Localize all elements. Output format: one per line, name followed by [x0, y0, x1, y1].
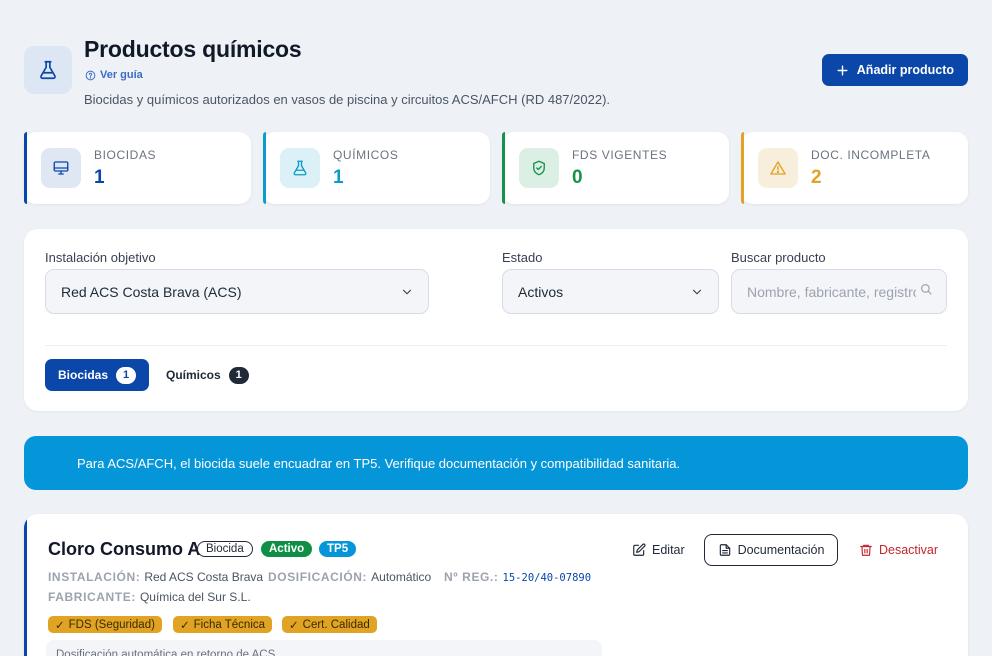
- edit-icon: [633, 543, 646, 556]
- check-icon: ✓: [55, 619, 65, 632]
- search-label: Buscar producto: [731, 250, 826, 265]
- status-label: Estado: [502, 250, 543, 265]
- doc-badge-ficha: ✓ Ficha Técnica: [173, 616, 273, 633]
- add-product-button[interactable]: Añadir producto: [821, 54, 968, 86]
- doc-badge-fds: ✓ FDS (Seguridad): [48, 616, 162, 633]
- help-circle-icon: [85, 70, 96, 80]
- chevron-down-icon: [402, 289, 412, 294]
- stat-label: QUÍMICOS: [333, 148, 399, 162]
- guide-link-label: Ver guía: [100, 69, 143, 81]
- stat-value: 2: [811, 167, 822, 188]
- document-icon: [719, 544, 730, 556]
- product-card: Cloro Consumo A Biocida Activo TP5 INSTA…: [24, 514, 968, 656]
- status-select[interactable]: Activos: [502, 269, 719, 314]
- add-product-label: Añadir producto: [856, 63, 954, 77]
- product-name: Cloro Consumo A: [48, 539, 201, 559]
- search-icon: [921, 284, 932, 295]
- doc-badge-label: Cert. Calidad: [302, 618, 370, 631]
- info-banner: Para ACS/AFCH, el biocida suele encuadra…: [24, 436, 968, 490]
- installation-select[interactable]: Red ACS Costa Brava (ACS): [45, 269, 429, 314]
- deactivate-label: Desactivar: [879, 543, 939, 557]
- stat-card-quimicos: QUÍMICOS 1: [263, 132, 490, 204]
- doc-badge-label: FDS (Seguridad): [68, 618, 155, 631]
- stat-label: BIOCIDAS: [94, 148, 157, 162]
- meta-manufacturer: FABRICANTE: Química del Sur S.L.: [48, 590, 251, 604]
- guide-link[interactable]: Ver guía: [85, 69, 143, 81]
- status-value: Activos: [518, 283, 564, 300]
- deactivate-button[interactable]: Desactivar: [859, 534, 938, 566]
- doc-badge-label: Ficha Técnica: [193, 618, 266, 631]
- tab-label: Químicos: [166, 368, 221, 382]
- stat-card-fds: FDS VIGENTES 0: [502, 132, 729, 204]
- stat-label: FDS VIGENTES: [572, 148, 668, 162]
- type-badge: Biocida: [197, 541, 253, 557]
- edit-label: Editar: [652, 543, 685, 557]
- flask-icon: [24, 46, 72, 94]
- check-icon: ✓: [289, 619, 299, 632]
- installation-value: Red ACS Costa Brava (ACS): [61, 283, 242, 300]
- filter-panel: Instalación objetivo Red ACS Costa Brava…: [24, 229, 968, 411]
- page-subtitle: Biocidas y químicos autorizados en vasos…: [84, 92, 611, 107]
- plus-icon: [837, 64, 848, 76]
- meta-key: INSTALACIÓN:: [48, 570, 141, 584]
- meta-key: Nº REG.:: [444, 570, 499, 584]
- product-note: Dosificación automática en retorno de AC…: [46, 640, 602, 656]
- monitor-icon: [41, 148, 81, 188]
- check-icon: ✓: [180, 619, 190, 632]
- stat-value: 0: [572, 167, 583, 188]
- installation-label: Instalación objetivo: [45, 250, 156, 265]
- warning-icon: [758, 148, 798, 188]
- tab-biocidas[interactable]: Biocidas 1: [45, 359, 150, 391]
- documents-button[interactable]: Documentación: [704, 534, 838, 566]
- meta-value: Red ACS Costa Brava: [144, 570, 264, 584]
- tab-quimicos[interactable]: Químicos 1: [153, 359, 262, 391]
- meta-key: FABRICANTE:: [48, 590, 136, 604]
- doc-badge-cert: ✓ Cert. Calidad: [282, 616, 377, 633]
- edit-button[interactable]: Editar: [632, 534, 685, 566]
- meta-value: Química del Sur S.L.: [139, 590, 251, 604]
- stat-value: 1: [333, 167, 344, 188]
- flask-icon: [280, 148, 320, 188]
- divider: [45, 345, 947, 346]
- search-input[interactable]: [731, 269, 947, 314]
- meta-value: Automático: [371, 570, 432, 584]
- page-header: Productos químicos Ver guía Biocidas y q…: [24, 36, 968, 116]
- stat-card-biocidas: BIOCIDAS 1: [24, 132, 251, 204]
- meta-dosing: DOSIFICACIÓN: Automático: [268, 570, 431, 584]
- tab-count: 1: [116, 366, 137, 384]
- meta-key: DOSIFICACIÓN:: [268, 570, 368, 584]
- info-banner-text: Para ACS/AFCH, el biocida suele encuadra…: [77, 455, 681, 471]
- stat-value: 1: [94, 167, 105, 188]
- tab-label: Biocidas: [58, 368, 109, 382]
- shield-check-icon: [519, 148, 559, 188]
- tp-badge: TP5: [319, 541, 357, 557]
- page-title: Productos químicos: [84, 36, 302, 62]
- status-badge: Activo: [261, 541, 313, 557]
- stat-label: DOC. INCOMPLETA: [811, 148, 931, 162]
- chevron-down-icon: [692, 289, 702, 294]
- documents-label: Documentación: [737, 543, 825, 557]
- tab-count: 1: [228, 366, 249, 384]
- trash-icon: [860, 544, 872, 556]
- stat-card-doc-incompleta: DOC. INCOMPLETA 2: [741, 132, 968, 204]
- meta-value: 15-20/40-07890: [502, 572, 592, 584]
- meta-registration: Nº REG.: 15-20/40-07890: [444, 570, 591, 584]
- meta-installation: INSTALACIÓN: Red ACS Costa Brava: [48, 570, 263, 584]
